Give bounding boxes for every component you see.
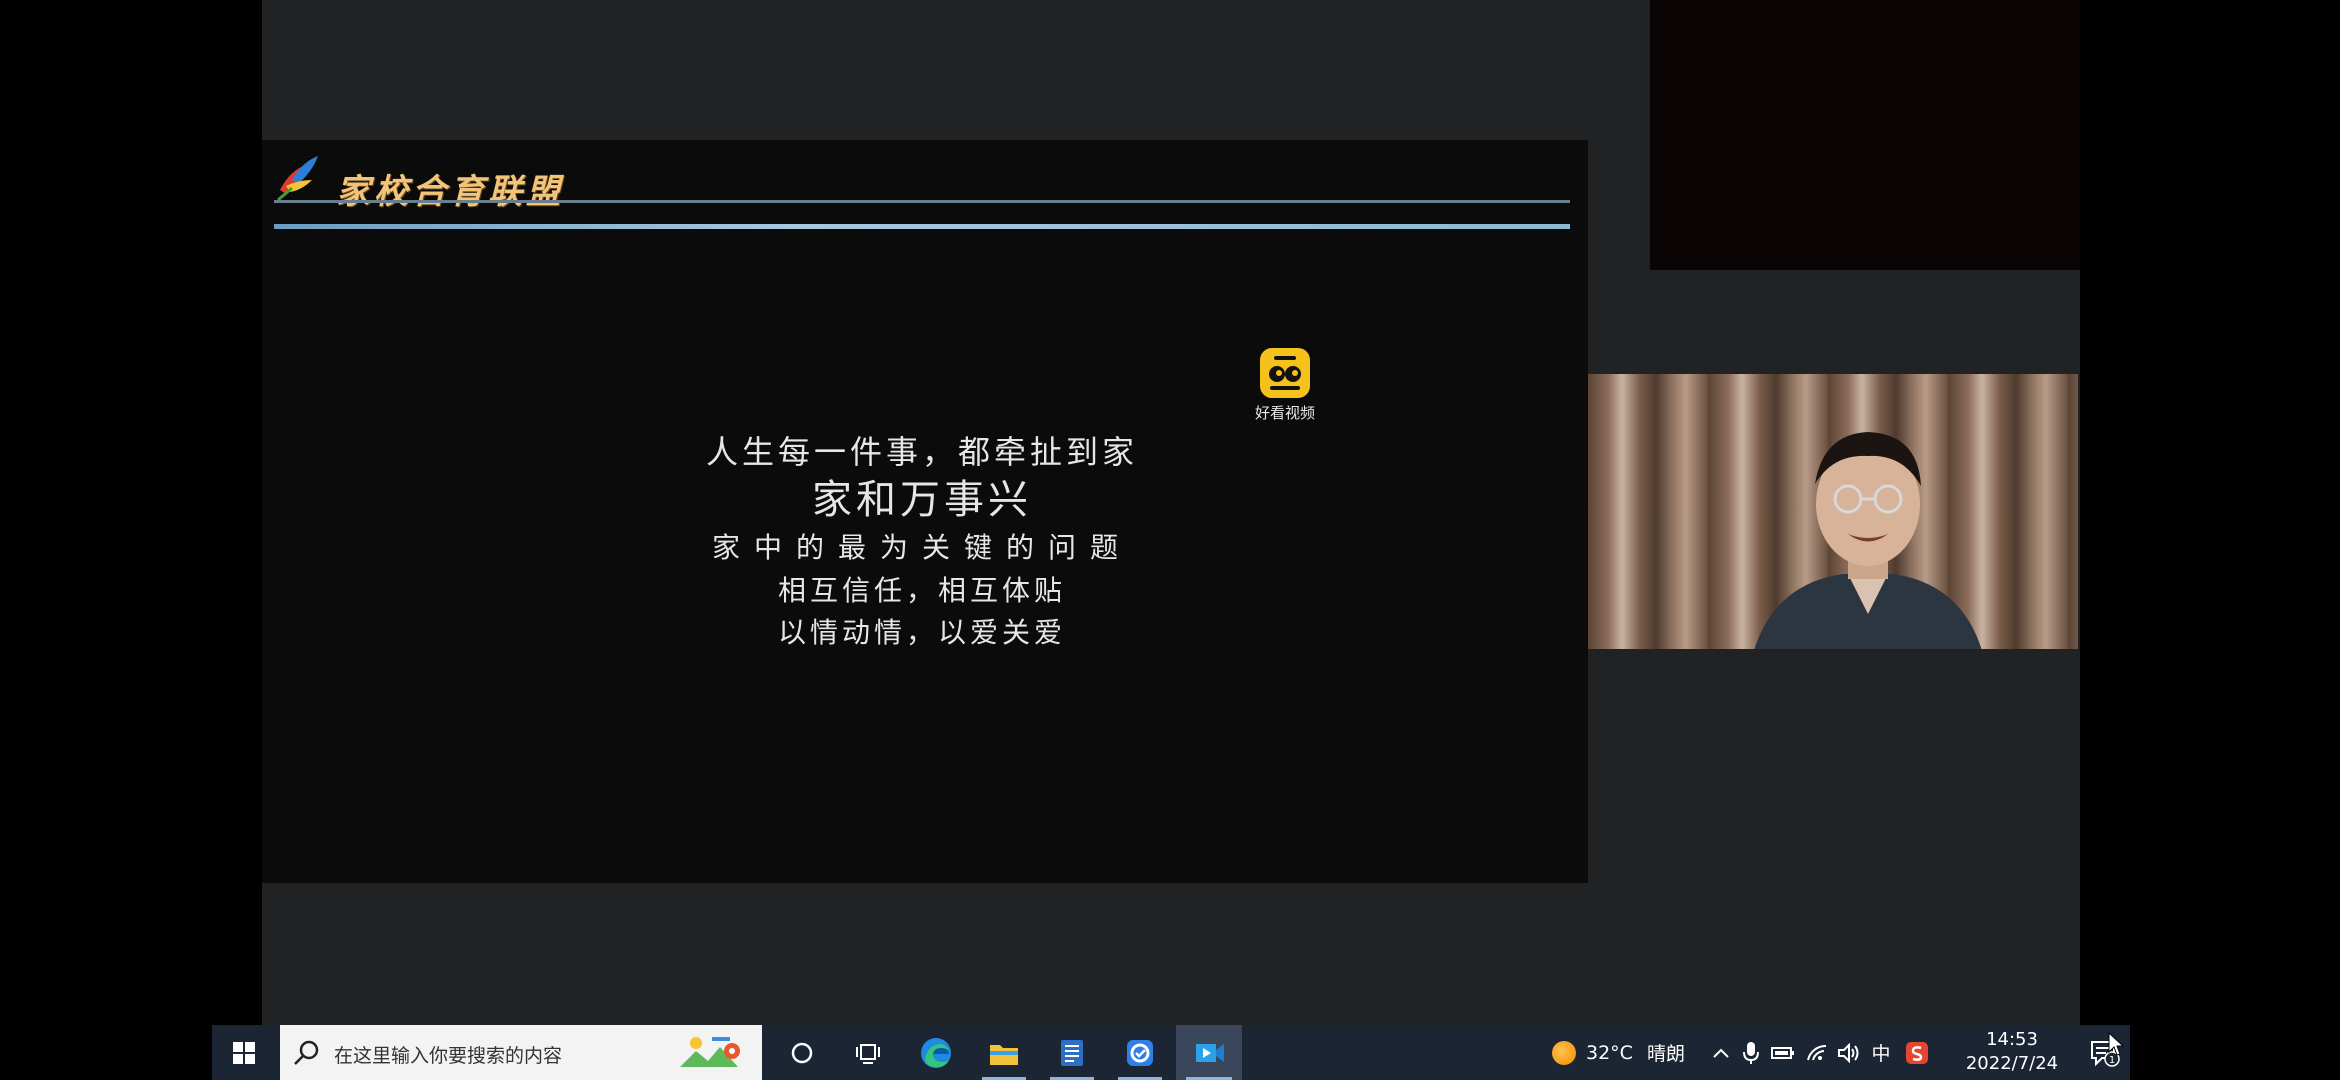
show-hidden-icons-button[interactable] [1706, 1025, 1736, 1080]
microphone-icon [1743, 1041, 1759, 1064]
volume-tray-button[interactable] [1834, 1025, 1864, 1080]
microphone-tray-button[interactable] [1736, 1025, 1766, 1080]
watermark-label: 好看视频 [1254, 404, 1315, 422]
header-rule-thin [274, 200, 1570, 203]
tencent-app-button[interactable] [1108, 1025, 1172, 1080]
bird-logo-icon [277, 156, 318, 202]
search-icon [294, 1040, 319, 1065]
slide-line-4: 相互信任，相互体贴 [777, 574, 1066, 607]
haokan-logo-icon [1260, 348, 1310, 398]
speaker-video-tile [1588, 374, 2078, 649]
tencent-app-icon [1127, 1039, 1153, 1066]
document-app-button[interactable] [1040, 1025, 1104, 1080]
slide-body: 人生每一件事，都牵扯到家 家和万事兴 家中的最为关键的问题 相互信任，相互体贴 … [562, 430, 1282, 654]
edge-icon [921, 1037, 951, 1068]
battery-icon [1771, 1046, 1794, 1059]
weather-widget[interactable]: 32°C 晴朗 [1552, 1025, 1685, 1080]
weather-temperature: 32°C [1586, 1041, 1633, 1064]
search-input[interactable]: 在这里输入你要搜索的内容 [280, 1025, 762, 1080]
chevron-up-icon [1713, 1048, 1729, 1058]
sogou-icon [1906, 1041, 1928, 1064]
speaker-avatar [1754, 432, 1982, 649]
meeting-app-icon [1196, 1043, 1224, 1062]
sogou-ime-button[interactable] [1900, 1025, 1934, 1080]
search-placeholder: 在这里输入你要搜索的内容 [334, 1045, 563, 1067]
mouse-cursor-icon [2108, 1032, 2124, 1056]
shared-slide: 家校合育联盟 好看视频 人生每一件事，都牵扯到家 家和万事兴 家中的最为关键的问… [262, 140, 1588, 883]
power-tray-button[interactable] [1768, 1025, 1798, 1080]
slide-line-5: 以情动情，以爱关爱 [777, 616, 1066, 649]
clock-time: 14:53 [1986, 1029, 2038, 1050]
header-rule-thick [274, 224, 1570, 229]
taskbar: 在这里输入你要搜索的内容 32°C 晴朗 中 14:53 2022/7/24 1 [212, 1025, 2130, 1080]
document-app-icon [1061, 1039, 1083, 1066]
windows-icon [233, 1041, 255, 1064]
slide-line-2: 家和万事兴 [812, 477, 1032, 523]
weather-condition: 晴朗 [1646, 1043, 1685, 1065]
file-explorer-button[interactable] [972, 1025, 1036, 1080]
speaker-icon [1838, 1042, 1859, 1063]
input-method-button[interactable]: 中 [1866, 1025, 1896, 1080]
right-border [2080, 0, 2130, 1025]
edge-browser-button[interactable] [904, 1025, 968, 1080]
top-video-tile [1650, 0, 2130, 270]
task-view-button[interactable] [838, 1025, 898, 1080]
slide-line-1: 人生每一件事，都牵扯到家 [705, 433, 1138, 471]
folder-icon [990, 1044, 1018, 1065]
cortana-icon [791, 1042, 813, 1063]
search-highlight-icon [680, 1037, 740, 1067]
task-view-icon [856, 1043, 880, 1064]
slide-header-title: 家校合育联盟 [336, 172, 564, 212]
system-clock[interactable]: 14:53 2022/7/24 [1952, 1029, 2072, 1077]
meeting-app-button[interactable] [1176, 1025, 1242, 1080]
start-button[interactable] [212, 1025, 276, 1080]
network-tray-button[interactable] [1802, 1025, 1832, 1080]
haokan-video-watermark: 好看视频 [1240, 348, 1330, 423]
wifi-icon [1807, 1044, 1827, 1060]
clock-date: 2022/7/24 [1965, 1053, 2059, 1074]
sun-icon [1552, 1040, 1576, 1065]
slide-line-3: 家中的最为关键的问题 [711, 531, 1132, 564]
cortana-button[interactable] [772, 1025, 832, 1080]
